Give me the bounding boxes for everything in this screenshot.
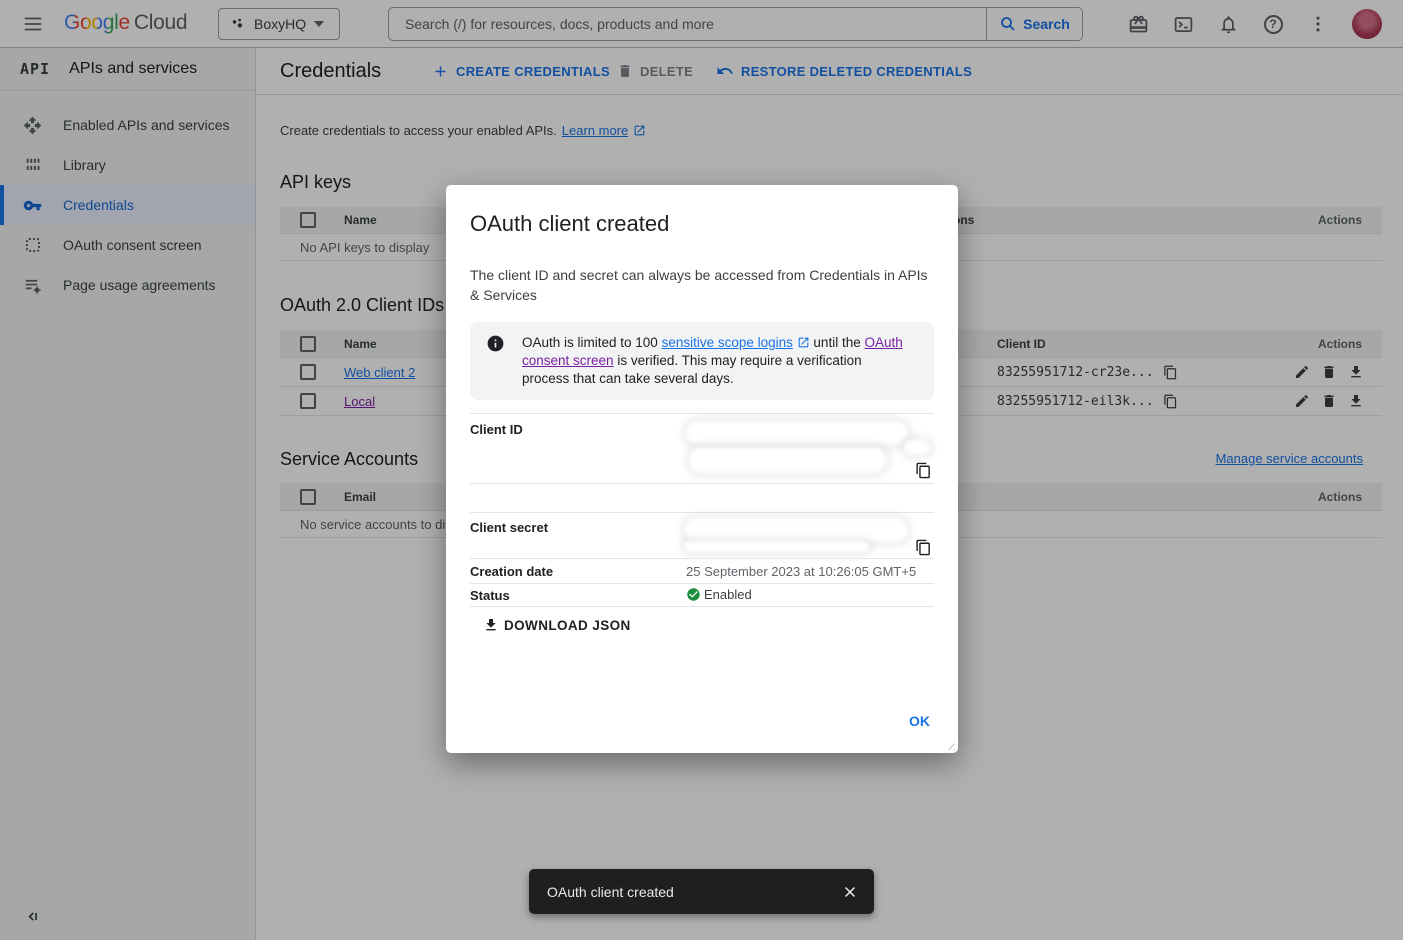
- snackbar: OAuth client created: [529, 869, 874, 914]
- client-secret-row: Client secret: [470, 512, 934, 558]
- ok-button[interactable]: OK: [909, 713, 930, 729]
- status-label: Status: [470, 588, 510, 603]
- page: GoogleCloud BoxyHQ Search: [0, 0, 1403, 940]
- external-link-icon: [797, 336, 810, 349]
- status-row: Status Enabled: [470, 583, 934, 607]
- client-secret-label: Client secret: [470, 520, 548, 535]
- status-value: Enabled: [704, 587, 752, 602]
- copy-client-secret-icon[interactable]: [915, 539, 932, 556]
- download-json-button[interactable]: DOWNLOAD JSON: [483, 617, 631, 633]
- resize-handle[interactable]: [944, 739, 955, 750]
- client-id-redacted-value: [686, 414, 934, 483]
- copy-client-id-icon[interactable]: [915, 462, 932, 479]
- oauth-client-created-dialog: OAuth client created The client ID and s…: [446, 185, 958, 753]
- creation-date-label: Creation date: [470, 564, 553, 579]
- creation-date-row: Creation date 25 September 2023 at 10:26…: [470, 558, 934, 583]
- creation-date-value: 25 September 2023 at 10:26:05 GMT+5: [686, 564, 916, 579]
- check-circle-icon: [686, 587, 701, 602]
- dialog-title: OAuth client created: [470, 211, 669, 237]
- download-icon: [483, 617, 499, 633]
- dialog-body: The client ID and secret can always be a…: [470, 265, 934, 305]
- dialog-fields: Client ID Client secret: [470, 413, 934, 607]
- client-id-row: Client ID: [470, 413, 934, 483]
- dialog-notice: OAuth is limited to 100 sensitive scope …: [470, 322, 934, 400]
- spacer-row: [470, 483, 934, 512]
- client-id-label: Client ID: [470, 422, 523, 437]
- sensitive-scope-logins-link[interactable]: sensitive scope logins: [662, 335, 793, 350]
- client-secret-redacted-value: [686, 513, 934, 558]
- close-icon[interactable]: [841, 883, 859, 901]
- notice-text: OAuth is limited to 100 sensitive scope …: [522, 334, 908, 388]
- snackbar-message: OAuth client created: [547, 884, 841, 900]
- info-icon: [486, 334, 505, 388]
